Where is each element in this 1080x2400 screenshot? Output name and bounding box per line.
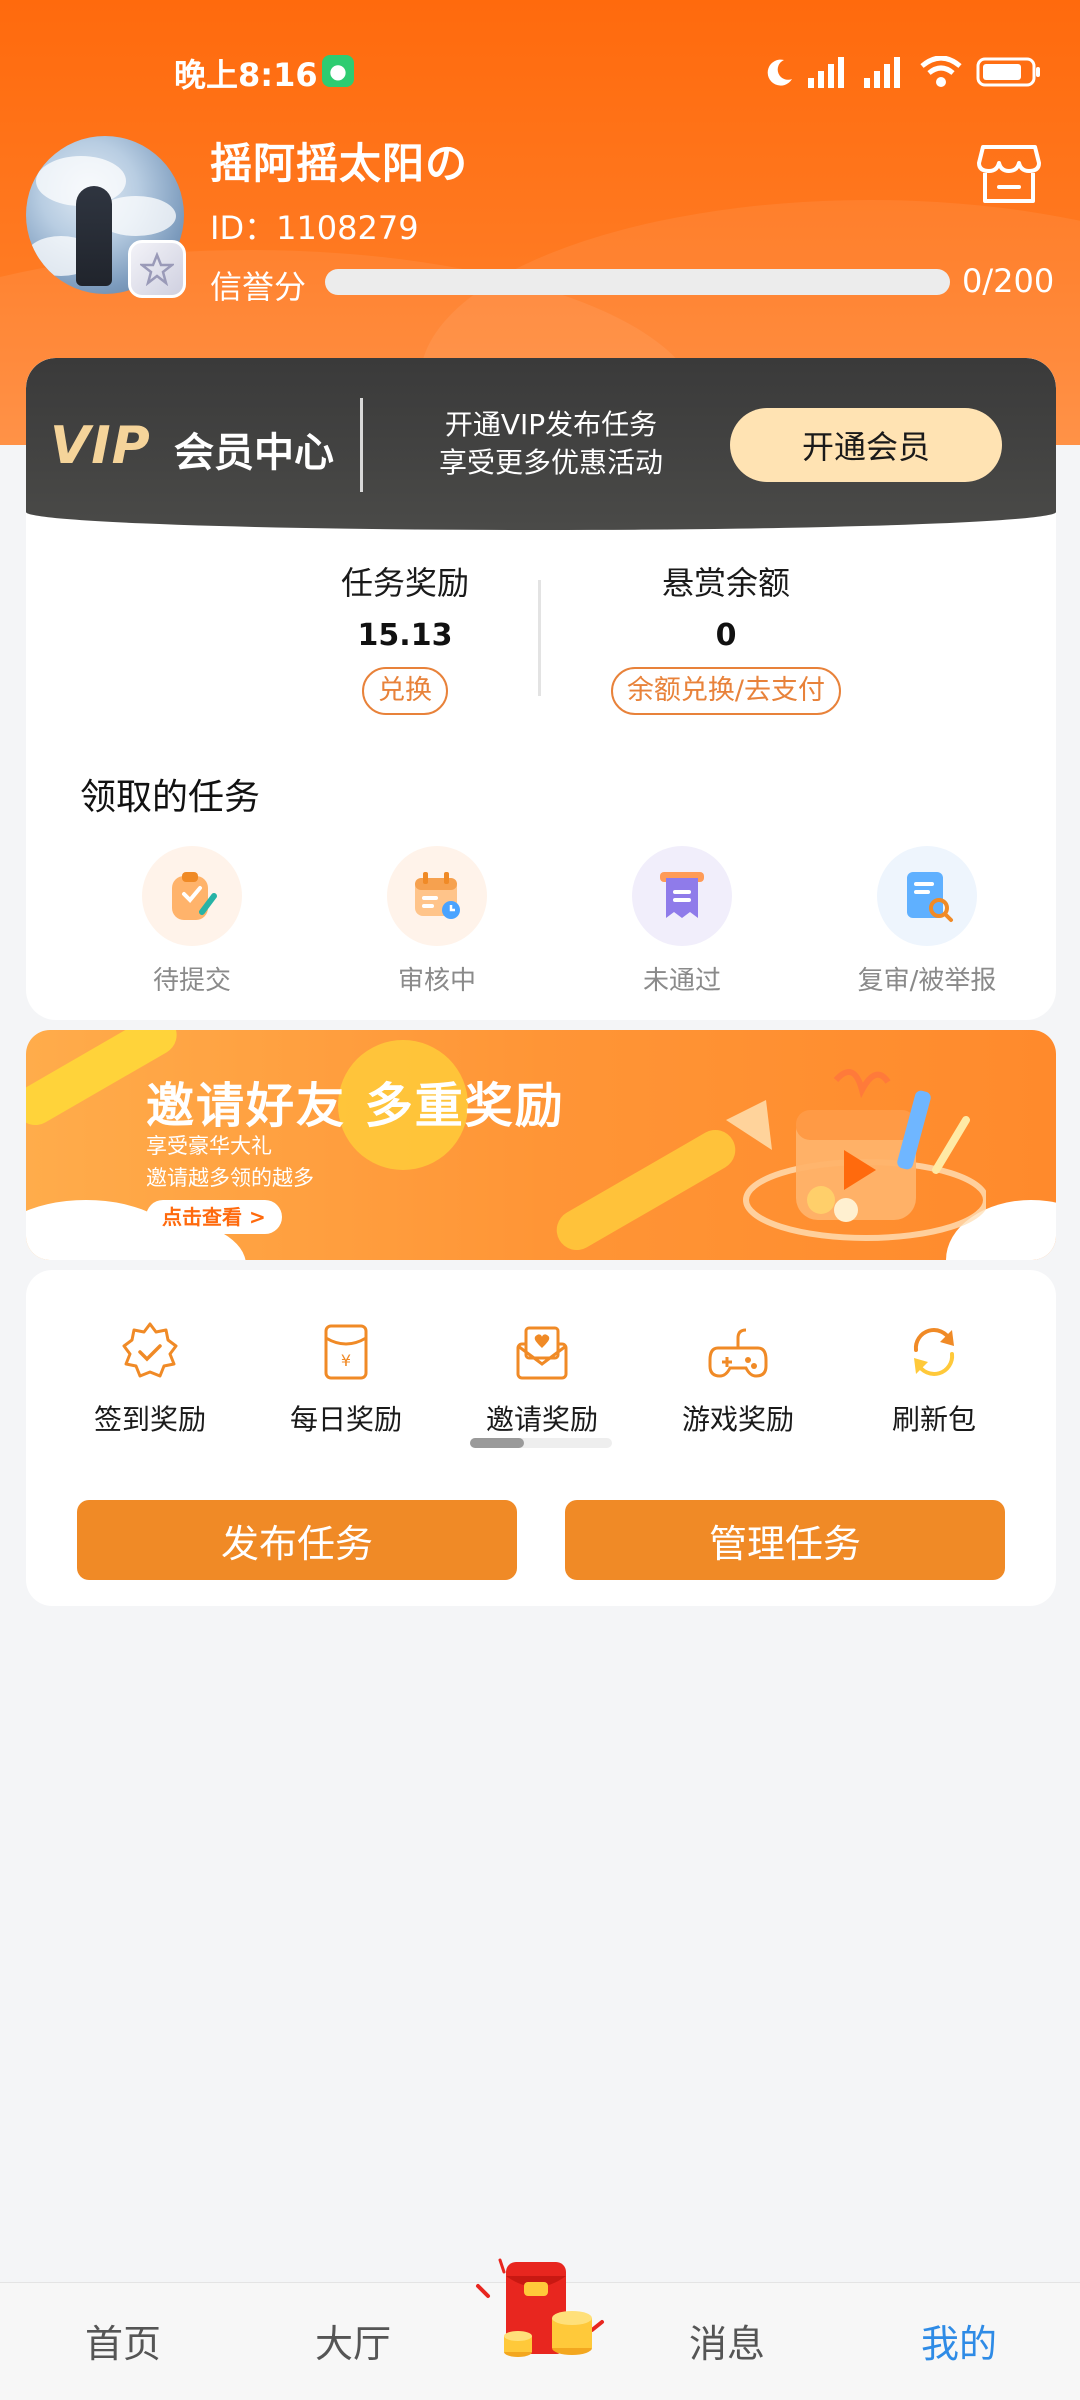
vip-divider	[360, 398, 363, 492]
status-icons	[766, 52, 1042, 92]
invite-friends-banner[interactable]: 邀请好友 多重奖励 享受豪华大礼 邀请越多领的越多 点击查看 >	[26, 1030, 1056, 1260]
bounty-balance-label: 悬赏余额	[661, 564, 790, 602]
vip-promo-line2: 享受更多优惠活动	[438, 446, 663, 479]
moon-icon	[767, 59, 792, 86]
daily-reward[interactable]: ¥ 每日奖励	[248, 1320, 444, 1438]
rewards-scroll-thumb	[470, 1438, 524, 1448]
signal-icon	[808, 57, 844, 88]
refresh-pack[interactable]: 刷新包	[836, 1320, 1032, 1438]
rewards-scroll-indicator	[470, 1438, 612, 1448]
credit-progress-bar	[325, 269, 950, 295]
checkin-reward[interactable]: 签到奖励	[52, 1320, 248, 1438]
status-bar: 晚上8:16 ●	[0, 40, 1080, 100]
task-status-reviewing[interactable]: 审核中	[327, 846, 547, 997]
receipt-icon	[632, 846, 732, 946]
credit-label: 信誉分	[210, 268, 307, 306]
app-root: 晚上8:16 ● 摇阿摇太阳の ID：1108279 信誉分 0/200 VIP…	[0, 0, 1080, 2400]
task-status-label: 复审/被举报	[857, 966, 997, 996]
badge-check-icon	[122, 1322, 178, 1378]
manage-task-button[interactable]: 管理任务	[565, 1500, 1005, 1580]
signal-icon	[864, 57, 900, 88]
battery-icon	[976, 57, 1040, 87]
calendar-clock-icon	[387, 846, 487, 946]
bounty-balance-stat: 悬赏余额 0 余额兑换/去支付	[546, 558, 906, 715]
nav-home[interactable]: 首页	[38, 2313, 208, 2368]
task-status-label: 未通过	[642, 966, 721, 996]
received-tasks-title: 领取的任务	[80, 777, 261, 818]
task-reward-label: 任务奖励	[340, 564, 469, 602]
task-status-label: 审核中	[397, 966, 476, 996]
stats-divider	[538, 580, 541, 696]
store-icon[interactable]	[975, 140, 1043, 208]
reward-label: 签到奖励	[93, 1403, 206, 1436]
task-reward-stat: 任务奖励 15.13 兑换	[280, 558, 530, 715]
user-id: ID：1108279	[210, 209, 419, 247]
banner-title: 邀请好友 多重奖励	[146, 1078, 565, 1134]
task-status-pending-submit[interactable]: 待提交	[82, 846, 302, 997]
member-card: VIP 会员中心 开通VIP发布任务 享受更多优惠活动 开通会员 任务奖励 15…	[26, 358, 1056, 1020]
invite-letter-icon	[516, 1326, 568, 1380]
clipboard-pen-icon	[142, 846, 242, 946]
task-status-label: 待提交	[152, 966, 231, 996]
avatar-person	[76, 186, 112, 286]
vip-promo: 开通VIP发布任务 享受更多优惠活动	[406, 406, 696, 482]
username: 摇阿摇太阳の	[210, 139, 469, 188]
credit-value: 0/200	[962, 262, 1055, 300]
nav-hall[interactable]: 大厅	[268, 2313, 438, 2368]
task-reward-value: 15.13	[357, 618, 453, 653]
banner-decor-stripe	[549, 1122, 743, 1258]
vip-logo: VIP	[50, 416, 151, 476]
vip-promo-line1: 开通VIP发布任务	[444, 408, 658, 441]
rewards-card: 签到奖励 ¥ 每日奖励 邀请奖励 游戏奖励 刷新包 发布任务 管理任务	[26, 1270, 1056, 1606]
balance-exchange-pay-button[interactable]: 余额兑换/去支付	[610, 667, 842, 715]
task-status-review-reported[interactable]: 复审/被举报	[817, 846, 1037, 997]
refresh-icon	[913, 1328, 955, 1376]
bounty-balance-value: 0	[715, 618, 737, 653]
game-reward[interactable]: 游戏奖励	[640, 1320, 836, 1438]
wifi-icon	[920, 56, 962, 87]
vip-bar: VIP 会员中心 开通VIP发布任务 享受更多优惠活动 开通会员	[26, 358, 1056, 530]
svg-text:¥: ¥	[341, 1351, 351, 1370]
yen-envelope-icon: ¥	[324, 1324, 368, 1380]
banner-subtitle-1: 享受豪华大礼	[146, 1134, 272, 1158]
task-status-rejected[interactable]: 未通过	[572, 846, 792, 997]
reward-label: 刷新包	[891, 1403, 976, 1436]
document-search-icon	[877, 846, 977, 946]
gift-box-icon	[726, 1069, 986, 1241]
vip-center-label: 会员中心	[174, 430, 334, 476]
nav-messages[interactable]: 消息	[642, 2313, 812, 2368]
app-notification-icon: ●	[322, 55, 354, 87]
reward-label: 邀请奖励	[485, 1403, 598, 1436]
invite-reward[interactable]: 邀请奖励	[444, 1320, 640, 1438]
open-vip-button[interactable]: 开通会员	[730, 408, 1002, 482]
nav-mine[interactable]: 我的	[874, 2313, 1044, 2368]
red-packet-icon[interactable]	[470, 2252, 610, 2362]
status-time: 晚上8:16	[174, 56, 318, 94]
banner-view-button[interactable]: 点击查看 >	[146, 1200, 282, 1234]
reward-label: 游戏奖励	[681, 1403, 794, 1436]
exchange-button[interactable]: 兑换	[362, 667, 448, 715]
level-badge-icon	[128, 240, 186, 298]
gamepad-icon	[708, 1328, 768, 1378]
publish-task-button[interactable]: 发布任务	[77, 1500, 517, 1580]
banner-subtitle-2: 邀请越多领的越多	[146, 1166, 314, 1190]
reward-label: 每日奖励	[289, 1403, 402, 1436]
